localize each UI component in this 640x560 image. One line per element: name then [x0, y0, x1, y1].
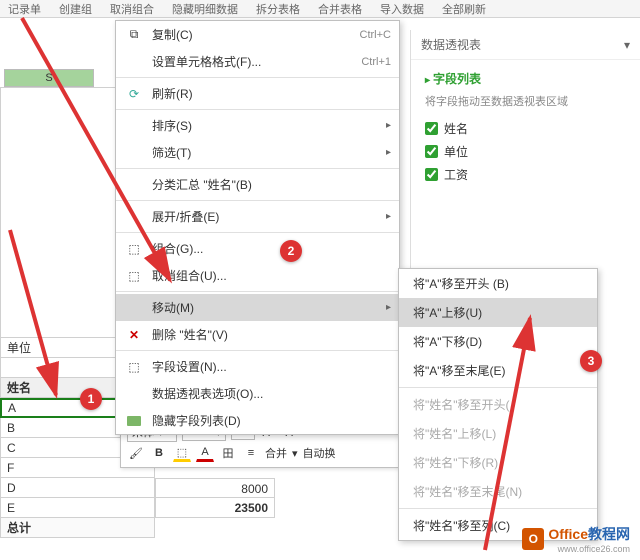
menu-move[interactable]: 移动(M) ▸ [116, 294, 399, 321]
group-icon: ⬚ [124, 241, 144, 257]
ribbon-refreshall[interactable]: 全部刷新 [442, 1, 486, 17]
submenu-a-up[interactable]: 将"A"上移(U) [399, 298, 597, 327]
field-list-heading: 字段列表 [425, 70, 626, 87]
ungroup-icon: ⬚ [124, 268, 144, 284]
chevron-right-icon: ▸ [386, 211, 391, 222]
menu-filter[interactable]: 筛选(T) ▸ [116, 139, 399, 166]
ribbon-ungroup[interactable]: 取消组合 [110, 1, 154, 17]
menu-hide-field-list[interactable]: 隐藏字段列表(D) [116, 407, 399, 434]
column-header-s[interactable]: S [4, 69, 94, 87]
menu-label: 排序(S) [152, 117, 386, 134]
brand-a: Office [548, 526, 588, 542]
menu-label: 数据透视表选项(O)... [152, 385, 391, 402]
field-checkbox-unit[interactable]: 单位 [425, 140, 626, 163]
menu-ungroup[interactable]: ⬚ 取消组合(U)... [116, 262, 399, 289]
shortcut: Ctrl+C [360, 29, 391, 41]
field-checkbox-salary[interactable]: 工资 [425, 163, 626, 186]
watermark: O Office教程网 www.office26.com [522, 524, 630, 554]
ribbon: 记录单 创建组 取消组合 隐藏明细数据 拆分表格 合并表格 导入数据 全部刷新 [0, 0, 640, 18]
chevron-right-icon: ▸ [386, 302, 391, 313]
menu-subtotal[interactable]: 分类汇总 "姓名"(B) [116, 171, 399, 198]
menu-copy[interactable]: ⧉ 复制(C) Ctrl+C [116, 21, 399, 48]
checkbox[interactable] [425, 168, 438, 181]
auto-wrap[interactable]: 自动换 [303, 445, 336, 461]
field-list-hint: 将字段拖动至数据透视表区域 [425, 93, 626, 109]
refresh-icon: ⟳ [124, 86, 144, 102]
brand-b: 教程网 [588, 526, 630, 542]
font-color-icon[interactable]: A [196, 444, 214, 462]
menu-label: 设置单元格格式(F)... [152, 53, 361, 70]
submenu-name-up: 将"姓名"上移(L) [399, 419, 597, 448]
callout-3: 3 [580, 350, 602, 372]
callout-2: 2 [280, 240, 302, 262]
menu-delete[interactable]: ✕ 删除 "姓名"(V) [116, 321, 399, 348]
pivot-panel-title: 数据透视表 [421, 36, 481, 53]
chevron-down-icon[interactable]: ▾ [624, 38, 630, 52]
menu-label: 组合(G)... [152, 240, 391, 257]
field-checkbox-name[interactable]: 姓名 [425, 117, 626, 140]
chevron-right-icon: ▸ [386, 120, 391, 131]
submenu-name-begin: 将"姓名"移至开头( [399, 390, 597, 419]
chevron-down-icon: ▾ [292, 447, 298, 460]
border-icon[interactable]: 田 [219, 444, 237, 462]
cell-total: 总计 [0, 518, 155, 538]
field-label-unit: 单位 [444, 143, 468, 160]
merge-cells[interactable]: 合并 [265, 445, 287, 461]
menu-label: 筛选(T) [152, 144, 386, 161]
context-menu: ⧉ 复制(C) Ctrl+C 设置单元格格式(F)... Ctrl+1 ⟳ 刷新… [115, 20, 400, 435]
field-label-name: 姓名 [444, 120, 468, 137]
brand-url: www.office26.com [548, 544, 630, 554]
chevron-right-icon: ▸ [386, 147, 391, 158]
cell-e[interactable]: E [0, 498, 155, 518]
format-painter-icon[interactable]: 🖌 [127, 444, 145, 462]
menu-refresh[interactable]: ⟳ 刷新(R) [116, 80, 399, 107]
menu-label: 分类汇总 "姓名"(B) [152, 176, 391, 193]
ribbon-create[interactable]: 创建组 [59, 1, 92, 17]
copy-icon: ⧉ [124, 27, 144, 43]
value-column: 8000 23500 [155, 478, 275, 518]
menu-pivot-options[interactable]: 数据透视表选项(O)... [116, 380, 399, 407]
ribbon-record[interactable]: 记录单 [8, 1, 41, 17]
ribbon-split[interactable]: 拆分表格 [256, 1, 300, 17]
fill-color-icon[interactable]: ⬚ [173, 444, 191, 462]
bold-button[interactable]: B [150, 444, 168, 462]
value-cell-total: 23500 [155, 498, 275, 518]
menu-field-settings[interactable]: ⬚ 字段设置(N)... [116, 353, 399, 380]
menu-expand-collapse[interactable]: 展开/折叠(E) ▸ [116, 203, 399, 230]
cell-d[interactable]: D [0, 478, 155, 498]
move-submenu: 将"A"移至开头 (B) 将"A"上移(U) 将"A"下移(D) 将"A"移至末… [398, 268, 598, 541]
submenu-a-begin[interactable]: 将"A"移至开头 (B) [399, 269, 597, 298]
menu-label: 取消组合(U)... [152, 267, 391, 284]
menu-label: 删除 "姓名"(V) [152, 326, 391, 343]
submenu-name-end: 将"姓名"移至末尾(N) [399, 477, 597, 506]
delete-icon: ✕ [124, 327, 144, 343]
submenu-name-down: 将"姓名"下移(R) [399, 448, 597, 477]
menu-label: 展开/折叠(E) [152, 208, 386, 225]
menu-label: 隐藏字段列表(D) [152, 412, 391, 429]
submenu-a-down[interactable]: 将"A"下移(D) [399, 327, 597, 356]
menu-group[interactable]: ⬚ 组合(G)... [116, 235, 399, 262]
menu-format-cells[interactable]: 设置单元格格式(F)... Ctrl+1 [116, 48, 399, 75]
hide-list-icon [124, 413, 144, 429]
office-icon: O [522, 528, 544, 550]
ribbon-hidedata[interactable]: 隐藏明细数据 [172, 1, 238, 17]
checkbox[interactable] [425, 145, 438, 158]
callout-1: 1 [80, 388, 102, 410]
field-settings-icon: ⬚ [124, 359, 144, 375]
menu-label: 移动(M) [152, 299, 386, 316]
menu-label: 字段设置(N)... [152, 358, 391, 375]
field-label-salary: 工资 [444, 166, 468, 183]
menu-sort[interactable]: 排序(S) ▸ [116, 112, 399, 139]
value-cell-1[interactable]: 8000 [155, 478, 275, 498]
header-text: 姓名 [7, 379, 31, 396]
align-icon[interactable]: ≡ [242, 444, 260, 462]
checkbox[interactable] [425, 122, 438, 135]
menu-label: 复制(C) [152, 26, 360, 43]
menu-label: 刷新(R) [152, 85, 391, 102]
ribbon-merge[interactable]: 合并表格 [318, 1, 362, 17]
submenu-a-end[interactable]: 将"A"移至末尾(E) [399, 356, 597, 385]
ribbon-import[interactable]: 导入数据 [380, 1, 424, 17]
shortcut: Ctrl+1 [361, 56, 391, 68]
